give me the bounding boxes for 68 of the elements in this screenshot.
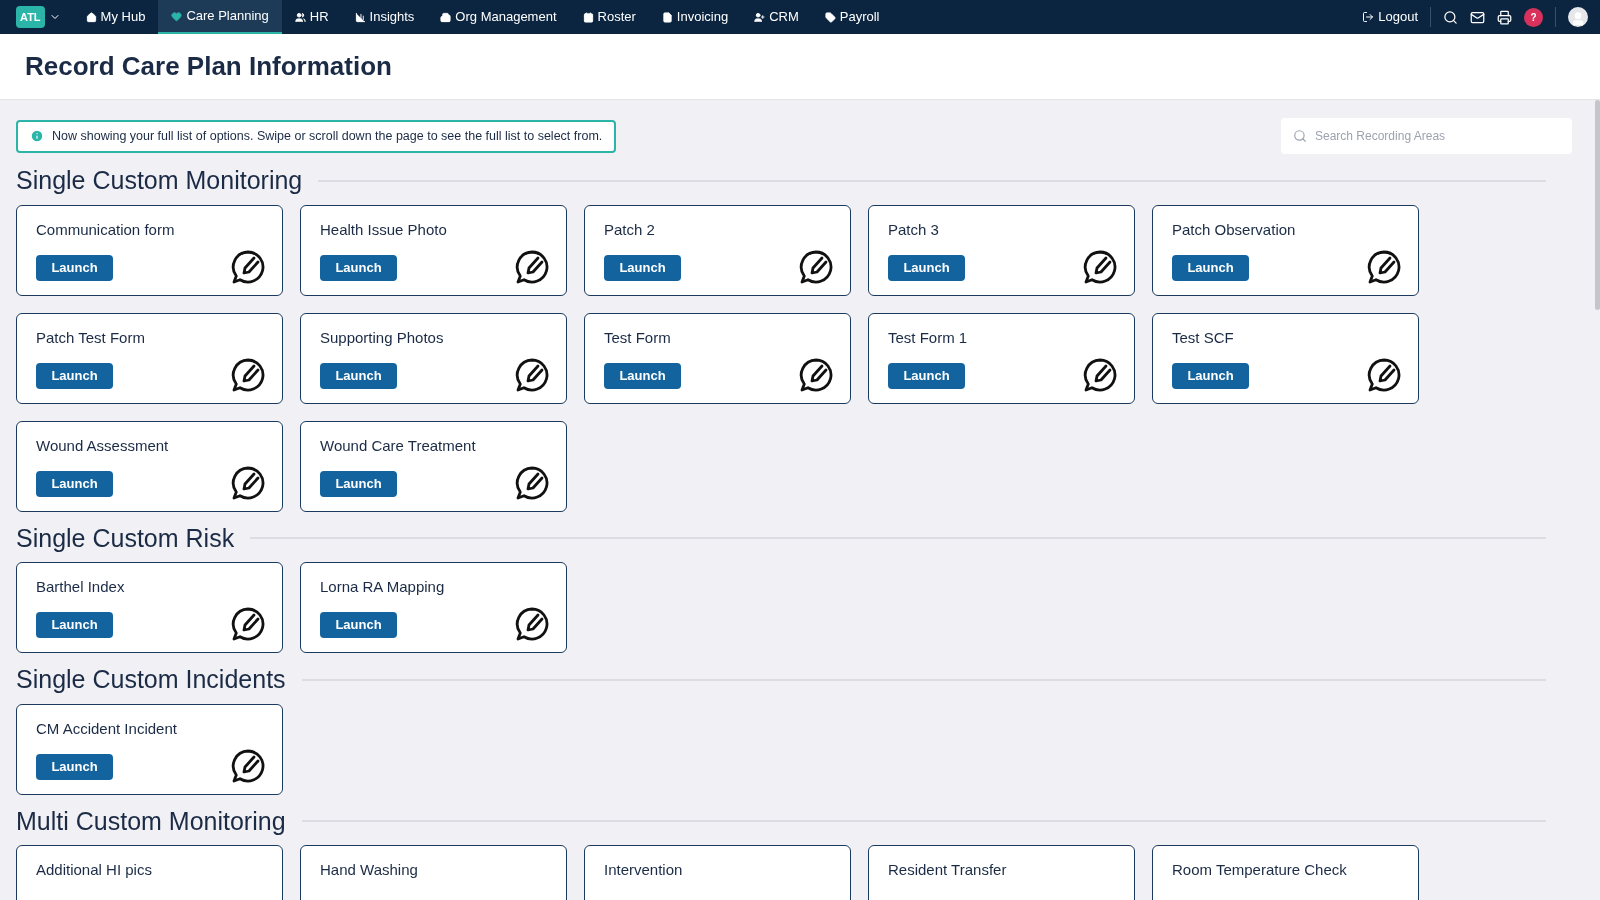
help-button[interactable]: ? (1524, 7, 1543, 27)
card-title: Patch 2 (604, 219, 656, 240)
nav-tab[interactable]: Insights (341, 0, 428, 34)
card-title: Room Temperature Check (1172, 860, 1348, 880)
card-title: Wound Care Treatment (320, 435, 477, 456)
logout-icon (1362, 11, 1375, 23)
launch-button[interactable]: Launch (888, 362, 965, 389)
section-heading: Single Custom Risk (16, 522, 235, 554)
launch-button[interactable]: Launch (320, 470, 397, 497)
nav-tab[interactable]: CRM (741, 0, 812, 34)
card-title: Health Issue Photo (320, 219, 448, 240)
users-icon (294, 11, 306, 23)
card-title: Supporting Photos (320, 327, 445, 348)
card-title: CM Accident Incident (36, 718, 178, 739)
launch-button[interactable]: Launch (888, 254, 965, 281)
heart-icon (171, 10, 183, 22)
nav-tab[interactable]: Invoicing (648, 0, 742, 34)
page-title: Record Care Plan Information (25, 50, 392, 83)
launch-button[interactable]: Launch (36, 753, 113, 780)
section-heading: Multi Custom Monitoring (16, 805, 286, 837)
card-title: Test SCF (1172, 327, 1235, 348)
nav-tab[interactable]: Payroll (811, 0, 893, 34)
launch-button[interactable]: Launch (1172, 362, 1249, 389)
card-title: Patch Test Form (36, 327, 146, 348)
printer-icon[interactable] (1497, 9, 1512, 25)
nav-tab[interactable]: Roster (569, 0, 649, 34)
nav-tab[interactable]: Org Management (427, 0, 570, 34)
launch-button[interactable]: Launch (320, 612, 397, 638)
scrollbar[interactable] (1595, 100, 1600, 310)
logout-button[interactable]: Logout (1362, 7, 1431, 27)
nav-tab[interactable]: Care Planning (158, 0, 282, 34)
card-title: Additional HI pics (36, 860, 153, 880)
info-text: Now showing your full list of options. Swipe or scroll down the page to see the full list to select from. (52, 127, 603, 145)
card-title: Patch 3 (888, 219, 940, 240)
tag-icon (824, 11, 836, 23)
card-title: Intervention (604, 860, 684, 880)
launch-button[interactable]: Launch (320, 362, 397, 389)
card-title: Resident Transfer (888, 860, 1008, 880)
logo-badge: ATL (16, 6, 45, 28)
launch-button[interactable]: Launch (36, 254, 113, 281)
card-title: Hand Washing (320, 860, 419, 880)
card-title: Test Form (604, 327, 672, 348)
launch-button[interactable]: Launch (36, 612, 113, 638)
launch-button[interactable]: Launch (320, 254, 397, 281)
home-icon (85, 11, 97, 23)
user-plus-icon (754, 11, 766, 23)
info-icon (30, 129, 44, 143)
avatar[interactable] (1568, 7, 1588, 27)
section-heading: Single Custom Monitoring (16, 165, 303, 196)
card-title: Barthel Index (36, 577, 126, 597)
launch-button[interactable]: Launch (604, 362, 681, 389)
launch-button[interactable]: Launch (36, 362, 113, 389)
mail-icon[interactable] (1470, 9, 1485, 25)
card-title: Wound Assessment (36, 435, 170, 456)
document-icon (661, 11, 673, 23)
nav-tab[interactable]: HR (281, 0, 342, 34)
launch-button[interactable]: Launch (1172, 254, 1249, 281)
card-title: Lorna RA Mapping (320, 577, 446, 597)
launch-button[interactable]: Launch (604, 254, 681, 281)
card-title: Communication form (36, 219, 176, 240)
nav-tab[interactable]: My Hub (72, 0, 159, 34)
search-icon[interactable] (1443, 9, 1458, 25)
search-icon (1293, 129, 1307, 143)
card-title: Patch Observation (1172, 219, 1297, 240)
search-field[interactable]: Search Recording Areas (1281, 118, 1572, 154)
section-heading: Single Custom Incidents (16, 664, 286, 695)
launch-button[interactable]: Launch (36, 470, 113, 497)
card-title: Test Form 1 (888, 327, 969, 348)
